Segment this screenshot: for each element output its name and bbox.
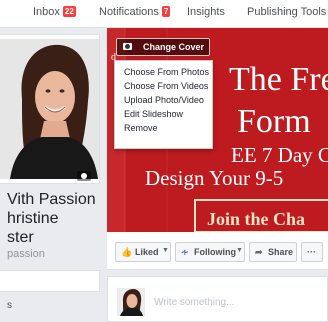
cover-cta-text: Join the Cha bbox=[207, 209, 305, 229]
change-cover-menu: Choose From Photos Choose From Videos Up… bbox=[114, 60, 213, 149]
liked-label: Liked bbox=[135, 247, 159, 257]
liked-button[interactable]: 👍 Liked ▼ bbox=[115, 242, 171, 262]
share-label: Share bbox=[268, 247, 294, 257]
cover-headline-1: The Fre bbox=[229, 61, 328, 98]
page-name[interactable]: Vith Passion hristine ster bbox=[7, 190, 96, 247]
camera-icon[interactable] bbox=[77, 171, 91, 181]
post-composer[interactable]: Write something... bbox=[107, 276, 328, 322]
share-button[interactable]: ➦ Share bbox=[249, 242, 297, 262]
nav-insights[interactable]: Insights bbox=[187, 6, 225, 18]
avatar bbox=[117, 288, 145, 316]
following-button[interactable]: ∻ Following ▼ bbox=[175, 242, 245, 262]
more-button[interactable]: ··· bbox=[301, 242, 323, 262]
rss-icon: ∻ bbox=[181, 247, 189, 257]
notifications-count-badge: 7 bbox=[161, 6, 171, 17]
cover-sub-1: EE 7 Day C bbox=[231, 143, 328, 167]
nav-inbox-label: Inbox bbox=[33, 6, 60, 18]
caret-down-icon: ▼ bbox=[236, 247, 243, 254]
profile-picture[interactable] bbox=[0, 34, 100, 184]
composer-placeholder: Write something... bbox=[154, 297, 235, 308]
following-label: Following bbox=[194, 247, 236, 257]
menu-remove[interactable]: Remove bbox=[115, 121, 212, 135]
left-nav-box[interactable] bbox=[0, 270, 100, 292]
cover-sub-2: Design Your 9-5 bbox=[145, 166, 283, 190]
thumbs-up-icon: 👍 bbox=[121, 247, 133, 257]
nav-inbox[interactable]: Inbox 22 bbox=[33, 6, 76, 18]
menu-edit-slideshow[interactable]: Edit Slideshow bbox=[115, 107, 212, 121]
inbox-count-badge: 22 bbox=[62, 6, 76, 17]
page-admin-nav: Inbox 22 Notifications 7 Insights Publishi… bbox=[0, 0, 328, 28]
cover-headline-2: Form bbox=[237, 103, 311, 140]
camera-icon bbox=[123, 43, 132, 50]
change-cover-label: Change Cover bbox=[143, 42, 205, 52]
change-cover-button[interactable]: Change Cover bbox=[116, 38, 210, 56]
page-name-line-1: Vith Passion bbox=[7, 191, 96, 208]
caret-down-icon: ▼ bbox=[162, 247, 169, 254]
menu-upload-photo-video[interactable]: Upload Photo/Video bbox=[115, 93, 212, 107]
menu-choose-from-videos[interactable]: Choose From Videos bbox=[115, 79, 212, 93]
left-nav-item[interactable]: s bbox=[7, 300, 12, 311]
page-action-bar: 👍 Liked ▼ ∻ Following ▼ ➦ Share ··· bbox=[107, 232, 328, 270]
left-column: Vith Passion hristine ster passion s bbox=[0, 28, 102, 322]
page-name-line-3: ster bbox=[7, 229, 34, 246]
nav-notifications-label: Notifications bbox=[99, 6, 159, 18]
page-name-line-2: hristine bbox=[7, 210, 59, 227]
nav-publishing-tools[interactable]: Publishing Tools bbox=[247, 6, 326, 18]
page-username[interactable]: passion bbox=[7, 248, 45, 260]
profile-photo bbox=[0, 39, 99, 179]
more-label: ··· bbox=[307, 247, 316, 257]
menu-choose-from-photos[interactable]: Choose From Photos bbox=[115, 65, 212, 79]
share-arrow-icon: ➦ bbox=[255, 247, 263, 257]
nav-notifications[interactable]: Notifications 7 bbox=[99, 6, 171, 18]
